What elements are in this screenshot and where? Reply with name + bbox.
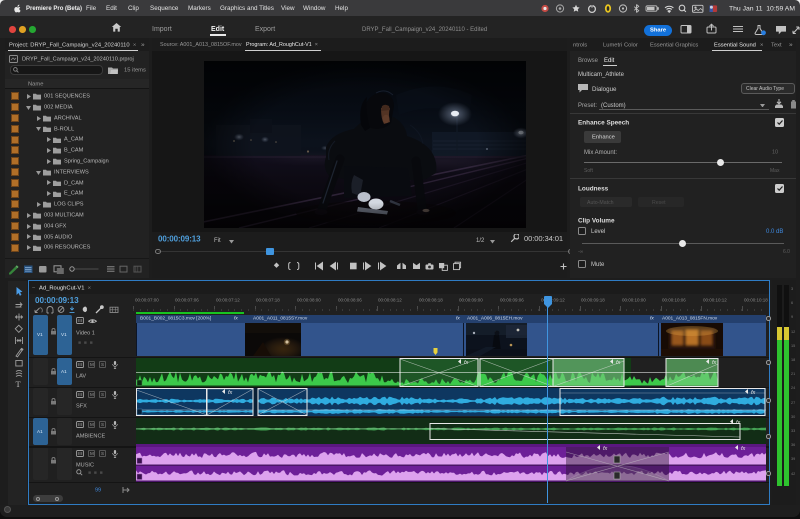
svg-text:fx: fx xyxy=(603,445,608,449)
svg-text:fx: fx xyxy=(464,359,469,363)
svg-text:fx: fx xyxy=(712,359,717,363)
svg-text:fx: fx xyxy=(736,420,741,424)
svg-text:fx: fx xyxy=(741,445,746,449)
svg-text:fx: fx xyxy=(228,389,233,393)
svg-text:fx: fx xyxy=(751,389,756,393)
svg-text:T: T xyxy=(16,379,22,388)
svg-text:fx: fx xyxy=(616,359,621,363)
